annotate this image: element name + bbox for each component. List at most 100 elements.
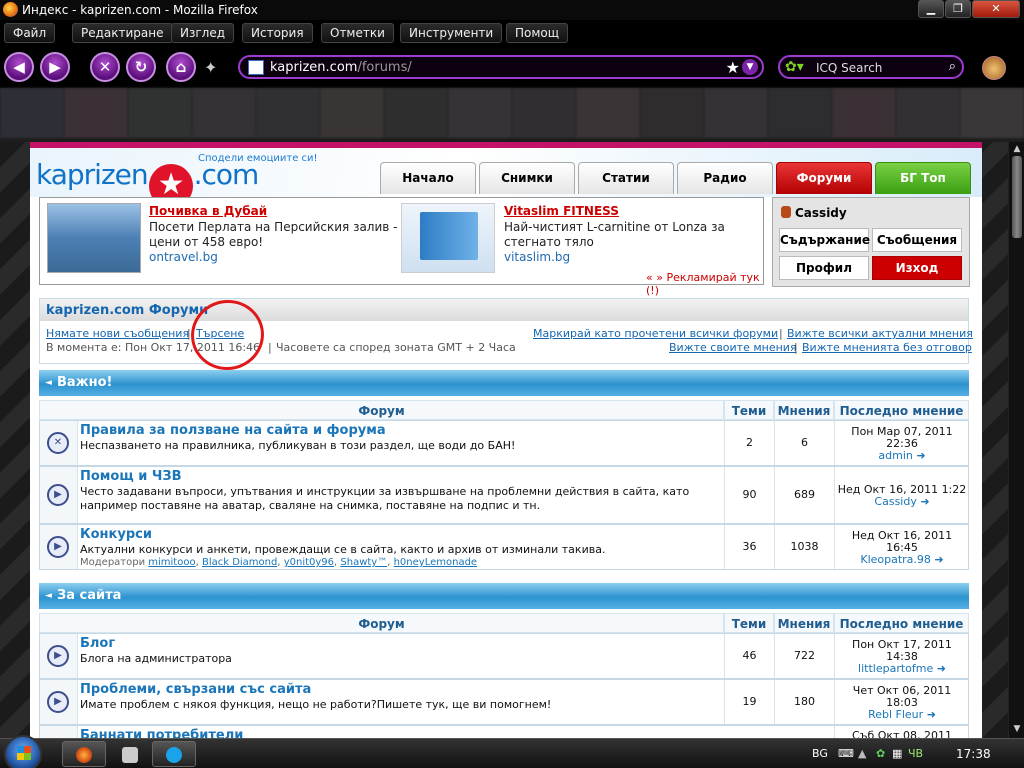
- clock[interactable]: 17:38: [956, 747, 991, 761]
- bookmark-item[interactable]: [256, 88, 320, 138]
- moderator-link[interactable]: mimitooo: [148, 557, 195, 568]
- moderator-link[interactable]: Shawty™: [340, 557, 387, 568]
- scroll-thumb[interactable]: [1012, 156, 1022, 238]
- forum-title[interactable]: Правила за ползване на сайта и форума: [80, 423, 386, 438]
- icq-flower-icon[interactable]: ✿▾: [785, 59, 804, 75]
- home-icon[interactable]: ⌂: [166, 52, 196, 82]
- forum-title[interactable]: Помощ и ЧЗВ: [80, 469, 182, 484]
- taskbar-skype[interactable]: [152, 741, 196, 767]
- section-header[interactable]: ◄ Важно!: [39, 370, 969, 396]
- advertise-here-link[interactable]: « » Рекламирай тук (!): [646, 271, 763, 297]
- moderator-link[interactable]: h0neyLemonade: [394, 557, 477, 568]
- bookmark-item[interactable]: [0, 88, 64, 138]
- moderator-link[interactable]: y0nit0y96: [284, 557, 334, 568]
- start-button[interactable]: [4, 735, 42, 768]
- bookmark-item[interactable]: [128, 88, 192, 138]
- forum-title[interactable]: Конкурси: [80, 527, 152, 542]
- ad-dubai-image[interactable]: [47, 203, 141, 273]
- forum-title[interactable]: Блог: [80, 636, 115, 651]
- bookmark-item[interactable]: [320, 88, 384, 138]
- go-to-post-icon[interactable]: ➜: [934, 553, 943, 566]
- minimize-button[interactable]: ▁: [918, 0, 944, 18]
- bookmark-item[interactable]: [768, 88, 832, 138]
- stop-icon[interactable]: ✕: [90, 52, 120, 82]
- no-new-messages-link[interactable]: Нямате нови съобщения: [46, 327, 189, 340]
- last-post-user[interactable]: littlepartofme: [858, 662, 933, 675]
- menu-bookmarks[interactable]: Отметки: [321, 23, 394, 43]
- bookmark-item[interactable]: [384, 88, 448, 138]
- collapse-arrow-icon[interactable]: ◄: [45, 370, 52, 396]
- menu-history[interactable]: История: [242, 23, 313, 43]
- tab-bg-top[interactable]: БГ Топ: [875, 162, 971, 194]
- ad-vitaslim-title[interactable]: Vitaslim FITNESS: [504, 204, 619, 218]
- section-header[interactable]: ◄ За сайта: [39, 583, 969, 609]
- reload-icon[interactable]: ↻: [126, 52, 156, 82]
- bookmark-item[interactable]: [960, 88, 1024, 138]
- ad-vitaslim-image[interactable]: [401, 203, 495, 273]
- logout-button[interactable]: Изход: [872, 256, 962, 280]
- keyboard-icon[interactable]: ⌨: [838, 747, 854, 760]
- url-text[interactable]: kaprizen.com/forums/: [270, 60, 412, 75]
- view-active-topics-link[interactable]: Вижте всички актуални мнения: [787, 327, 973, 340]
- messages-button[interactable]: Съобщения: [872, 228, 962, 252]
- menu-file[interactable]: Файл: [4, 23, 56, 43]
- go-to-post-icon[interactable]: ➜: [927, 708, 936, 721]
- vertical-scrollbar[interactable]: ▲ ▼: [1008, 142, 1024, 738]
- greasemonkey-icon[interactable]: [982, 56, 1006, 80]
- tray-expand-icon[interactable]: ▲: [858, 747, 866, 760]
- view-own-posts-link[interactable]: Вижте своите мнения: [669, 341, 797, 354]
- scroll-down-icon[interactable]: ▼: [1011, 724, 1023, 736]
- network-icon[interactable]: ▦: [892, 747, 902, 760]
- last-post-user[interactable]: Rebl Fleur: [868, 708, 923, 721]
- ad-vitaslim-link[interactable]: vitaslim.bg: [504, 250, 570, 264]
- go-to-post-icon[interactable]: ➜: [937, 662, 946, 675]
- tab-radio[interactable]: Радио: [677, 162, 773, 194]
- go-to-post-icon[interactable]: ➜: [920, 495, 929, 508]
- bookmark-item[interactable]: [576, 88, 640, 138]
- taskbar-app[interactable]: [108, 741, 152, 767]
- ad-dubai-link[interactable]: ontravel.bg: [149, 250, 218, 264]
- forum-index-title[interactable]: kaprizen.com Форуми: [46, 303, 208, 318]
- search-icon[interactable]: ⌕: [949, 59, 956, 74]
- bookmark-item[interactable]: [640, 88, 704, 138]
- menu-view[interactable]: Изглед: [171, 23, 235, 43]
- tab-articles[interactable]: Статии: [578, 162, 674, 194]
- bookmark-item[interactable]: [512, 88, 576, 138]
- bookmark-item[interactable]: [896, 88, 960, 138]
- bookmark-star-icon[interactable]: ★: [726, 58, 740, 77]
- profile-button[interactable]: Профил: [779, 256, 869, 280]
- collapse-arrow-icon[interactable]: ◄: [45, 583, 52, 609]
- icq-tray-icon[interactable]: ✿: [876, 747, 885, 760]
- url-bar[interactable]: kaprizen.com/forums/ ★ ▼: [238, 55, 764, 79]
- url-dropdown-icon[interactable]: ▼: [742, 59, 758, 75]
- contents-button[interactable]: Съдържание: [779, 228, 870, 252]
- close-button[interactable]: ✕: [972, 0, 1020, 18]
- language-indicator[interactable]: BG: [812, 747, 828, 760]
- ad-dubai-title[interactable]: Почивка в Дубай: [149, 204, 267, 218]
- menu-edit[interactable]: Редактиране: [72, 23, 173, 43]
- scroll-up-icon[interactable]: ▲: [1011, 144, 1023, 156]
- bookmark-item[interactable]: [192, 88, 256, 138]
- maximize-button[interactable]: ❐: [945, 0, 971, 18]
- mark-all-read-link[interactable]: Маркирай като прочетени всички форуми: [533, 327, 778, 340]
- tab-home[interactable]: Начало: [380, 162, 476, 194]
- last-post-user[interactable]: Cassidy: [874, 495, 916, 508]
- bookmark-item[interactable]: [704, 88, 768, 138]
- tab-forums[interactable]: Форуми: [776, 162, 872, 194]
- search-bar[interactable]: ✿▾ ICQ Search ⌕: [778, 55, 964, 79]
- bookmark-manager-icon[interactable]: ✦: [204, 58, 217, 77]
- moderator-link[interactable]: Black Diamond: [202, 557, 277, 568]
- back-icon[interactable]: ◀: [4, 52, 34, 82]
- forward-icon[interactable]: ▶: [40, 52, 70, 82]
- view-unanswered-link[interactable]: Вижте мненията без отговор: [802, 341, 972, 354]
- menu-help[interactable]: Помощ: [506, 23, 569, 43]
- bookmark-item[interactable]: [448, 88, 512, 138]
- menu-tools[interactable]: Инструменти: [400, 23, 503, 43]
- search-input[interactable]: ICQ Search: [816, 61, 882, 75]
- bookmark-item[interactable]: [64, 88, 128, 138]
- last-post-user[interactable]: admin: [878, 449, 912, 462]
- last-post-user[interactable]: Kleopatra.98: [860, 553, 931, 566]
- user-name[interactable]: Cassidy: [781, 206, 847, 220]
- bookmark-item[interactable]: [832, 88, 896, 138]
- go-to-post-icon[interactable]: ➜: [916, 449, 925, 462]
